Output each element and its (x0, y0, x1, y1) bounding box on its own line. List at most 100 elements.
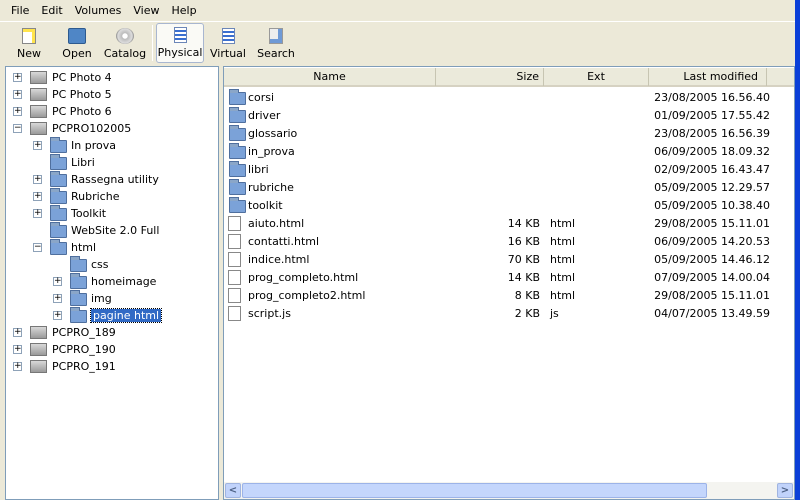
tree-node[interactable]: PC Photo 4 (30, 69, 112, 86)
file-ext: html (550, 253, 576, 266)
folder-icon (50, 188, 67, 204)
expand-icon[interactable]: + (13, 107, 22, 116)
catalog-icon (116, 28, 134, 44)
file-row[interactable]: glossario 23/08/2005 16.56.39 (228, 125, 788, 143)
expand-icon[interactable]: + (13, 73, 22, 82)
collapse-icon[interactable]: − (13, 124, 22, 133)
tree-node[interactable]: PCPRO_190 (30, 341, 116, 358)
expand-icon[interactable]: + (33, 141, 42, 150)
expand-icon[interactable]: + (13, 345, 22, 354)
file-row[interactable]: rubriche 05/09/2005 12.29.57 (228, 179, 788, 197)
file-ext: html (550, 217, 576, 230)
column-ext[interactable]: Ext (544, 68, 649, 86)
catalog-button[interactable]: Catalog (101, 23, 149, 63)
expand-icon[interactable]: + (13, 328, 22, 337)
open-button[interactable]: Open (53, 23, 101, 63)
file-ext: html (550, 235, 576, 248)
expand-icon[interactable]: + (53, 311, 62, 320)
tree-node[interactable]: pagine html (70, 307, 163, 324)
folder-icon (229, 143, 246, 159)
tree-node[interactable]: PCPRO_191 (30, 358, 116, 375)
folder-icon (50, 137, 67, 153)
tree-node[interactable]: In prova (50, 137, 116, 154)
file-row[interactable]: indice.html 70 KB html 05/09/2005 14.46.12 (228, 251, 788, 269)
menu-volumes[interactable]: Volumes (69, 4, 128, 17)
window-border (795, 0, 800, 500)
file-name: driver (248, 109, 281, 122)
menu-file[interactable]: File (5, 4, 35, 17)
expand-icon[interactable]: + (33, 175, 42, 184)
tree-node[interactable]: html (50, 239, 96, 256)
expand-icon[interactable]: + (53, 277, 62, 286)
collapse-icon[interactable]: − (33, 243, 42, 252)
expand-icon[interactable]: + (33, 192, 42, 201)
tree-node-label: Rubriche (71, 190, 120, 203)
file-row[interactable]: libri 02/09/2005 16.43.47 (228, 161, 788, 179)
file-size: 16 KB (507, 235, 540, 248)
tree-node[interactable]: Rubriche (50, 188, 119, 205)
tree-node[interactable]: WebSite 2.0 Full (50, 222, 159, 239)
folder-icon (229, 89, 246, 105)
file-modified: 05/09/2005 12.29.57 (654, 181, 770, 194)
tree-node-label: css (91, 258, 109, 271)
tree-node[interactable]: css (70, 256, 109, 273)
tree-node[interactable]: img (70, 290, 112, 307)
new-button[interactable]: New (5, 23, 53, 63)
menu-edit[interactable]: Edit (35, 4, 68, 17)
folder-icon (70, 273, 87, 289)
physical-button[interactable]: Physical (156, 23, 204, 63)
tree-node[interactable]: Toolkit (50, 205, 106, 222)
tree-node[interactable]: Libri (50, 154, 95, 171)
file-list[interactable]: Name Size Ext Last modified corsi 23/08/2… (223, 66, 795, 500)
volume-tree[interactable]: + PC Photo 4 + PC Photo 5 + PC Photo 6 − PCPRO1… (5, 66, 219, 500)
file-size: 2 KB (514, 307, 540, 320)
folder-icon (70, 256, 87, 272)
file-size: 14 KB (507, 217, 540, 230)
folder-icon (229, 197, 246, 213)
expand-icon[interactable]: + (33, 209, 42, 218)
scroll-right-button[interactable]: > (777, 483, 793, 498)
column-last-modified[interactable]: Last modified (649, 68, 767, 86)
search-button[interactable]: Search (252, 23, 300, 63)
tree-node[interactable]: PC Photo 6 (30, 103, 112, 120)
button-label: New (17, 47, 41, 60)
file-row[interactable]: prog_completo2.html 8 KB html 29/08/2005 15… (228, 287, 788, 305)
virtual-button[interactable]: Virtual (204, 23, 252, 63)
menu-view[interactable]: View (127, 4, 165, 17)
file-name: prog_completo.html (248, 271, 359, 284)
tree-node[interactable]: homeimage (70, 273, 156, 290)
tree-node-label: PCPRO_191 (52, 360, 116, 373)
scroll-thumb[interactable] (242, 483, 707, 498)
file-row[interactable]: aiuto.html 14 KB html 29/08/2005 15.11.01 (228, 215, 788, 233)
folder-icon (50, 205, 67, 221)
file-row[interactable]: toolkit 05/09/2005 10.38.40 (228, 197, 788, 215)
horizontal-scrollbar[interactable]: < > (224, 482, 794, 499)
column-size[interactable]: Size (436, 68, 544, 86)
file-size: 70 KB (507, 253, 540, 266)
file-row[interactable]: in_prova 06/09/2005 18.09.32 (228, 143, 788, 161)
file-size: 14 KB (507, 271, 540, 284)
file-row[interactable]: driver 01/09/2005 17.55.42 (228, 107, 788, 125)
tree-node-label: homeimage (91, 275, 157, 288)
tree-node[interactable]: PCPRO_189 (30, 324, 116, 341)
expand-icon[interactable]: + (13, 362, 22, 371)
expand-icon[interactable]: + (53, 294, 62, 303)
file-row[interactable]: script.js 2 KB js 04/07/2005 13.49.59 (228, 305, 788, 323)
toolbar: New Open Catalog Physical Virtual Search (0, 23, 795, 65)
menu-help[interactable]: Help (166, 4, 203, 17)
scroll-left-button[interactable]: < (225, 483, 241, 498)
open-icon (68, 28, 86, 44)
tree-node-label: PCPRO_190 (52, 343, 116, 356)
file-row[interactable]: contatti.html 16 KB html 06/09/2005 14.20.5… (228, 233, 788, 251)
button-label: Catalog (103, 47, 147, 60)
tree-node[interactable]: PC Photo 5 (30, 86, 112, 103)
tree-node-label: Libri (71, 156, 95, 169)
drive-icon (30, 343, 47, 356)
expand-icon[interactable]: + (13, 90, 22, 99)
tree-node[interactable]: PCPRO102005 (30, 120, 131, 137)
column-name[interactable]: Name (224, 68, 436, 86)
drive-icon (30, 88, 47, 101)
file-row[interactable]: prog_completo.html 14 KB html 07/09/2005 14… (228, 269, 788, 287)
file-row[interactable]: corsi 23/08/2005 16.56.40 (228, 89, 788, 107)
tree-node[interactable]: Rassegna utility (50, 171, 159, 188)
